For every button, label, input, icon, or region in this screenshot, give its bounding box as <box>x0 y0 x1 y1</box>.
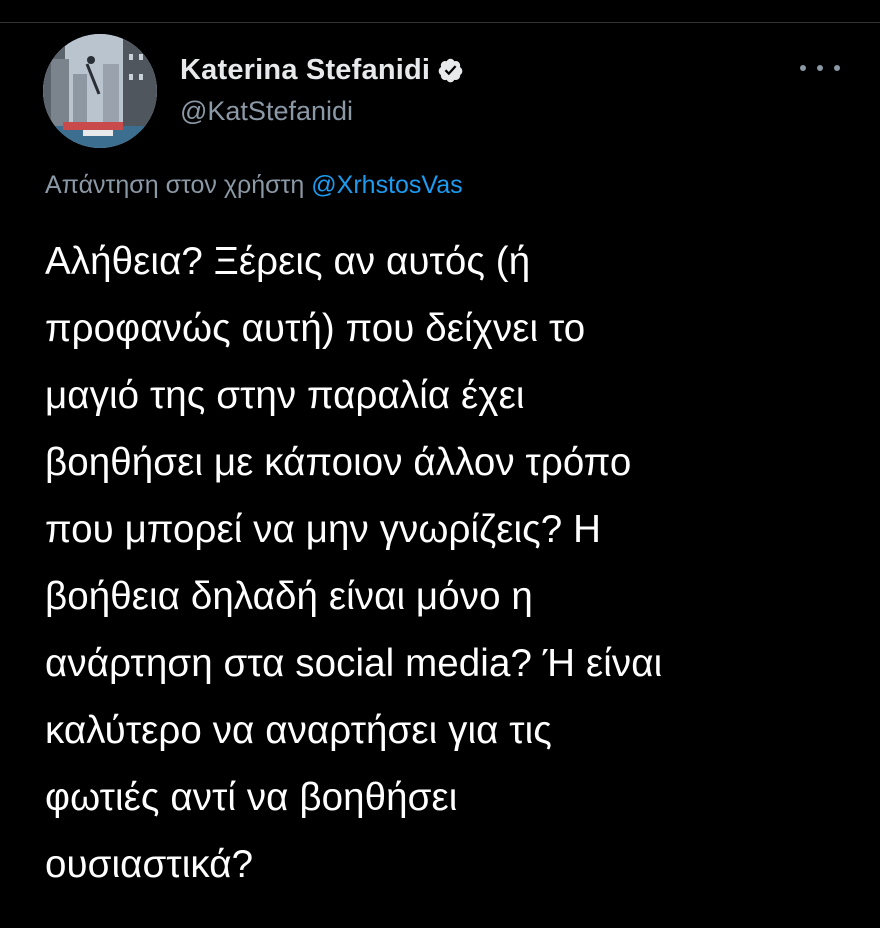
reply-prefix: Απάντηση στον χρήστη <box>45 171 312 199</box>
more-options-icon[interactable] <box>800 58 840 78</box>
verified-badge-icon <box>437 57 464 84</box>
author-name-row[interactable]: Katerina Stefanidi <box>180 52 464 88</box>
tweet-text-line: μαγιό της στην παραλία έχει <box>45 374 525 417</box>
author-display-name[interactable]: Katerina Stefanidi <box>180 54 430 87</box>
tweet-card: Katerina Stefanidi @KatStefanidi Απάντησ… <box>0 0 880 928</box>
avatar[interactable] <box>43 34 157 148</box>
tweet-text-line: ανάρτηση στα social media? Ή είναι <box>45 642 663 685</box>
tweet-text-line: βοήθεια δηλαδή είναι μόνο η <box>45 575 533 618</box>
tweet-text: Αλήθεια? Ξέρεις αν αυτός (ή προφανώς αυτ… <box>45 228 855 898</box>
tweet-text-line: Αλήθεια? Ξέρεις αν αυτός (ή <box>45 240 531 283</box>
tweet-text-line: ουσιαστικά? <box>45 843 254 886</box>
tweet-text-line: που μπορεί να μην γνωρίζεις? Η <box>45 508 602 551</box>
dot-icon <box>817 65 823 71</box>
tweet-text-line: προφανώς αυτή) που δείχνει το <box>45 307 586 350</box>
tweet-text-line: καλύτερο να αναρτήσει για τις <box>45 709 552 752</box>
author-handle[interactable]: @KatStefanidi <box>180 96 353 127</box>
reply-context: Απάντηση στον χρήστη @XrhstosVas <box>45 171 463 200</box>
dot-icon <box>834 65 840 71</box>
dot-icon <box>800 65 806 71</box>
reply-mention-link[interactable]: @XrhstosVas <box>311 171 462 199</box>
top-divider <box>0 22 880 23</box>
tweet-text-line: φωτιές αντί να βοηθήσει <box>45 776 458 819</box>
tweet-text-line: βοηθήσει με κάποιον άλλον τρόπο <box>45 441 632 484</box>
